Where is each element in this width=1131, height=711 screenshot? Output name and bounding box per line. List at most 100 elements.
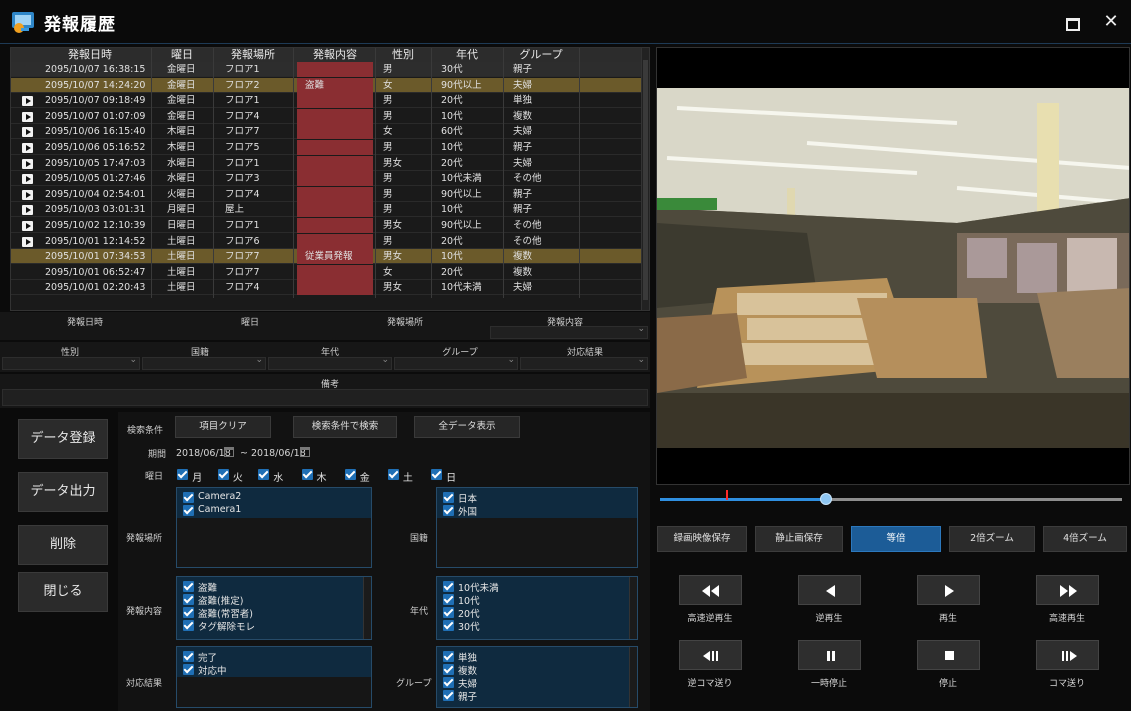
row-play-icon[interactable] [22, 96, 33, 107]
data-register-button[interactable]: データ登録 [18, 419, 108, 459]
group-checkbox[interactable] [443, 690, 454, 701]
table-row[interactable]: 2095/10/06 16:15:40 木曜日 フロア7 女 60代 夫婦 [11, 124, 641, 140]
row-play-icon[interactable] [22, 127, 33, 138]
fast-reverse-button[interactable] [679, 575, 742, 605]
nationality-checkbox[interactable] [443, 505, 454, 516]
content-checkbox[interactable] [183, 620, 194, 631]
result-checkbox[interactable] [183, 651, 194, 662]
content-checkbox[interactable] [183, 607, 194, 618]
close-window-button[interactable]: ✕ [1101, 12, 1121, 32]
nationality-select[interactable] [142, 355, 266, 370]
delete-button[interactable]: 削除 [18, 525, 108, 565]
table-row[interactable]: 2095/10/05 01:27:46 水曜日 フロア3 男 10代未満 その他 [11, 171, 641, 187]
group-checkbox[interactable] [443, 664, 454, 675]
result-listbox[interactable]: 完了 対応中 [176, 646, 372, 708]
row-play-icon[interactable] [22, 189, 33, 200]
age-checkbox[interactable] [443, 620, 454, 631]
save-still-button[interactable]: 静止画保存 [755, 526, 843, 552]
table-row[interactable]: 2095/10/01 06:52:47 土曜日 フロア7 女 20代 複数 [11, 264, 641, 280]
table-row[interactable]: 2095/10/02 12:10:39 日曜日 フロア1 男女 90代以上 その他 [11, 218, 641, 233]
age-listbox[interactable]: 10代未満 10代 20代 30代 [436, 576, 638, 640]
result-checkbox[interactable] [183, 664, 194, 675]
content-listbox-scrollbar[interactable] [363, 577, 371, 639]
step-forward-button[interactable] [1036, 640, 1099, 670]
search-by-criteria-button[interactable]: 検索条件で検索 [293, 416, 397, 438]
table-row[interactable]: 2095/10/04 02:54:01 火曜日 フロア4 男 90代以上 親子 [11, 186, 641, 202]
column-header-place[interactable]: 発報場所 [215, 48, 291, 62]
table-row[interactable]: 2095/10/07 01:07:09 金曜日 フロア4 男 10代 複数 [11, 108, 641, 124]
table-row[interactable]: 2095/10/07 14:24:20 金曜日 フロア2 盗難 女 90代以上 夫婦 [11, 77, 641, 93]
pause-button[interactable] [798, 640, 861, 670]
close-button[interactable]: 閉じる [18, 572, 108, 612]
nationality-listbox[interactable]: 日本 外国 [436, 487, 638, 568]
group-listbox[interactable]: 単独 複数 夫婦 親子 [436, 646, 638, 708]
row-play-icon[interactable] [22, 143, 33, 153]
gender-select[interactable] [2, 355, 140, 370]
place-checkbox[interactable] [183, 492, 194, 503]
column-header-group[interactable]: グループ [505, 48, 577, 62]
content-checkbox[interactable] [183, 581, 194, 592]
group-checkbox[interactable] [443, 651, 454, 662]
column-header-day[interactable]: 曜日 [153, 48, 211, 62]
step-back-button[interactable] [679, 640, 742, 670]
zoom-2x-button[interactable]: 2倍ズーム [949, 526, 1035, 552]
weekday-checkbox[interactable] [387, 469, 399, 480]
zoom-4x-button[interactable]: 4倍ズーム [1043, 526, 1127, 552]
column-header-age[interactable]: 年代 [433, 48, 501, 62]
detail-content-value[interactable] [490, 324, 648, 339]
camera-video-view[interactable] [656, 47, 1130, 485]
group-checkbox[interactable] [443, 677, 454, 688]
row-play-icon[interactable] [22, 111, 33, 122]
clear-criteria-button[interactable]: 項目クリア [175, 416, 271, 438]
result-select[interactable] [520, 355, 648, 370]
calendar-to-icon[interactable] [300, 447, 310, 457]
stop-button[interactable] [917, 640, 980, 670]
content-listbox[interactable]: 盗難 盗難(推定) 盗難(常習者) タグ解除モレ [176, 576, 372, 640]
timeline-knob[interactable] [820, 493, 833, 505]
data-export-button[interactable]: データ出力 [18, 472, 108, 512]
weekday-checkbox[interactable] [431, 469, 443, 480]
play-button[interactable] [917, 575, 980, 605]
table-row[interactable]: 2095/10/07 09:18:49 金曜日 フロア1 男 20代 単独 [11, 93, 641, 109]
history-scrollbar[interactable] [641, 48, 649, 310]
group-listbox-scrollbar[interactable] [629, 647, 637, 707]
zoom-1x-button[interactable]: 等倍 [851, 526, 941, 552]
table-row[interactable]: 2095/10/05 17:47:03 水曜日 フロア1 男女 20代 夫婦 [11, 155, 641, 171]
column-header-content[interactable]: 発報内容 [295, 48, 375, 62]
age-checkbox[interactable] [443, 607, 454, 618]
table-row[interactable]: 2095/10/06 05:16:52 木曜日 フロア5 男 10代 親子 [11, 140, 641, 155]
weekday-checkbox[interactable] [344, 469, 356, 480]
weekday-checkbox[interactable] [258, 469, 270, 480]
row-play-icon[interactable] [22, 205, 33, 216]
fast-play-button[interactable] [1036, 575, 1099, 605]
table-row[interactable]: 2095/10/01 02:20:43 土曜日 フロア4 男女 10代未満 夫婦 [11, 280, 641, 296]
age-checkbox[interactable] [443, 581, 454, 592]
weekday-checkbox[interactable] [301, 469, 313, 480]
age-select[interactable] [268, 355, 392, 370]
table-row[interactable]: 2095/10/01 07:34:53 土曜日 フロア7 従業員発報 男女 10代 複数 [11, 249, 641, 265]
save-recording-button[interactable]: 録画映像保存 [657, 526, 747, 552]
playback-timeline[interactable] [660, 490, 1122, 505]
row-play-icon[interactable] [22, 158, 33, 169]
row-play-icon[interactable] [22, 174, 33, 185]
age-checkbox[interactable] [443, 594, 454, 605]
weekday-checkbox[interactable] [177, 469, 189, 480]
place-listbox[interactable]: Camera2 Camera1 [176, 487, 372, 568]
table-row[interactable]: 2095/10/07 16:38:15 金曜日 フロア1 男 30代 親子 [11, 62, 641, 77]
column-header-gender[interactable]: 性別 [377, 48, 429, 62]
show-all-button[interactable]: 全データ表示 [414, 416, 520, 438]
age-listbox-scrollbar[interactable] [629, 577, 637, 639]
nationality-checkbox[interactable] [443, 492, 454, 503]
content-checkbox[interactable] [183, 594, 194, 605]
row-play-icon[interactable] [22, 236, 33, 247]
row-play-icon[interactable] [22, 221, 33, 231]
weekday-checkbox[interactable] [217, 469, 229, 480]
group-select[interactable] [394, 355, 518, 370]
maximize-button[interactable] [1063, 12, 1083, 32]
history-scrollbar-thumb[interactable] [643, 60, 648, 300]
place-checkbox[interactable] [183, 505, 194, 516]
calendar-from-icon[interactable] [224, 447, 234, 457]
date-to-field[interactable]: 2018/06/18 [251, 448, 306, 459]
date-from-field[interactable]: 2018/06/18 [176, 448, 231, 459]
remarks-field[interactable] [2, 389, 648, 406]
